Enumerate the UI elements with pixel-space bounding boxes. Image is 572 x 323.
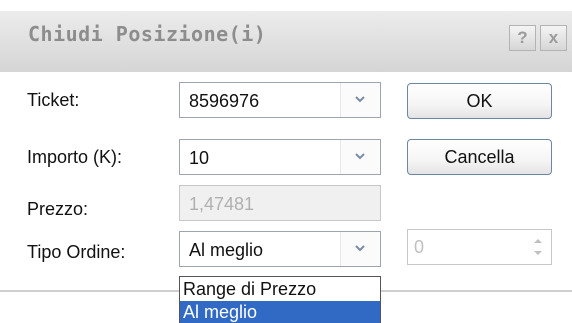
dialog-title: Chiudi Posizione(i): [28, 22, 267, 46]
title-bar[interactable]: Chiudi Posizione(i) ? x: [0, 0, 572, 72]
chevron-down-icon: [355, 96, 365, 103]
ticket-select[interactable]: 8596976: [179, 82, 381, 118]
spinner-arrows-icon: [534, 239, 542, 255]
tipo-ordine-label: Tipo Ordine:: [27, 242, 126, 262]
tipo-ordine-select[interactable]: Al meglio: [179, 231, 381, 267]
tipo-ordine-dropdown-button[interactable]: [340, 232, 380, 266]
importo-dropdown-button[interactable]: [340, 140, 380, 174]
close-button[interactable]: x: [540, 25, 567, 51]
tipo-ordine-dropdown-list[interactable]: Range di Prezzo Al meglio: [179, 276, 381, 323]
importo-label: Importo (K):: [27, 147, 123, 167]
chevron-down-icon: [355, 153, 365, 160]
ticket-dropdown-button[interactable]: [340, 83, 380, 117]
ok-button[interactable]: OK: [407, 83, 552, 119]
help-button[interactable]: ?: [509, 25, 536, 51]
prezzo-label: Prezzo:: [27, 199, 89, 219]
chevron-down-icon: [355, 245, 365, 252]
cancel-button[interactable]: Cancella: [407, 139, 552, 175]
price-range-spinner: 0: [407, 229, 552, 265]
prezzo-value: 1,47481: [189, 194, 255, 214]
close-position-dialog: Chiudi Posizione(i) ? x Ticket: 8596976 …: [0, 0, 572, 323]
ticket-label: Ticket:: [27, 90, 80, 110]
help-icon: ?: [517, 28, 528, 47]
price-range-value: 0: [414, 237, 425, 257]
tipo-ordine-value: Al meglio: [189, 240, 264, 260]
close-icon: x: [548, 28, 559, 47]
dropdown-option-range[interactable]: Range di Prezzo: [180, 278, 380, 300]
dropdown-option-al-meglio[interactable]: Al meglio: [180, 301, 380, 323]
ticket-value: 8596976: [189, 91, 260, 111]
importo-value: 10: [189, 148, 210, 168]
prezzo-field: 1,47481: [179, 185, 381, 221]
importo-select[interactable]: 10: [179, 139, 381, 175]
